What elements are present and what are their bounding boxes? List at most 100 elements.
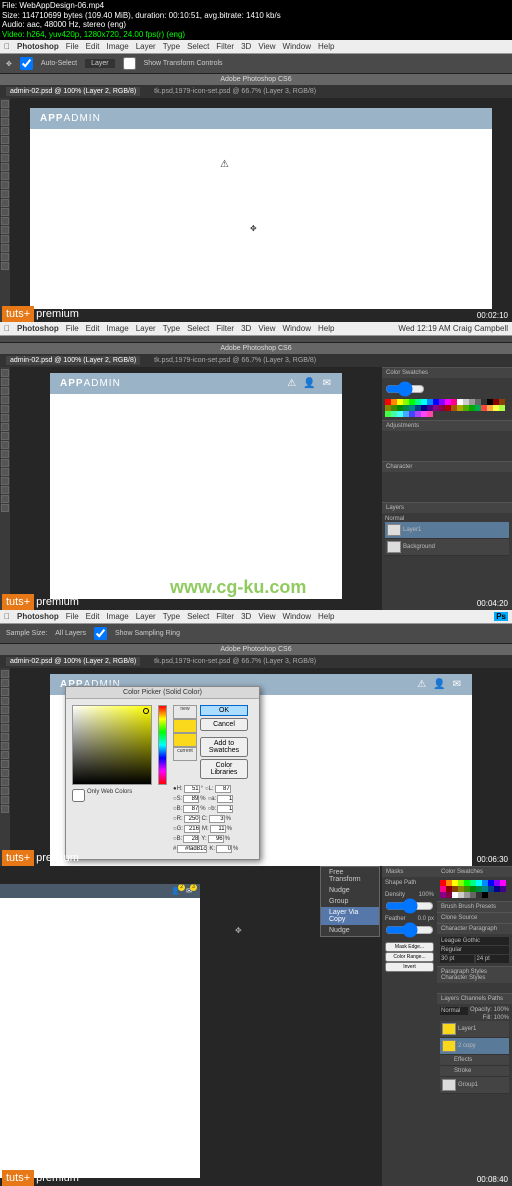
canvas-area-3[interactable]: APPADMIN ⚠ 👤 ✉ Color Picker (Solid Color… xyxy=(10,668,512,878)
char-tab[interactable]: Character xyxy=(386,464,412,470)
char-tab-4[interactable]: Character xyxy=(441,926,467,932)
context-menu[interactable]: Free Transform Nudge Group Layer Via Cop… xyxy=(320,866,380,937)
menu-3d[interactable]: 3D xyxy=(241,42,251,51)
menu-image[interactable]: Image xyxy=(106,42,128,51)
y-field[interactable] xyxy=(208,835,224,843)
show-sampling-check[interactable] xyxy=(94,627,107,640)
menu-window[interactable]: Window xyxy=(283,42,311,51)
layer-stroke[interactable]: Stroke xyxy=(440,1066,509,1077)
libraries-button[interactable]: Color Libraries xyxy=(200,759,248,779)
brush-tab[interactable]: Brush xyxy=(441,904,457,910)
layers-tab[interactable]: Layers xyxy=(386,505,404,511)
doc-tabs-3[interactable]: admin-02.psd @ 100% (Layer 2, RGB/8) tk.… xyxy=(0,655,512,668)
hue-slider[interactable] xyxy=(158,705,167,785)
adjustments-tab[interactable]: Adjustments xyxy=(382,420,512,431)
brush-tool[interactable] xyxy=(1,154,9,162)
stamp-tool[interactable] xyxy=(1,163,9,171)
panels-2[interactable]: Color Swatches Adjustments Character Lay… xyxy=(382,367,512,610)
menu-view[interactable]: View xyxy=(258,42,275,51)
swatches-tab-4[interactable]: Swatches xyxy=(457,869,483,875)
lead-field[interactable]: 24 pt xyxy=(476,955,510,963)
menu-type[interactable]: Type xyxy=(163,42,180,51)
layer-row[interactable]: 2 copy xyxy=(440,1038,509,1055)
invert-button[interactable]: Invert xyxy=(385,962,434,972)
cancel-button[interactable]: Cancel xyxy=(200,718,248,731)
size-field[interactable]: 30 pt xyxy=(440,955,474,963)
tab-2[interactable]: tk.psd,1979-icon-set.psd @ 66.7% (Layer … xyxy=(150,87,320,96)
menu-layer[interactable]: Layer xyxy=(136,42,156,51)
gradient-tool[interactable] xyxy=(1,190,9,198)
b3-field[interactable] xyxy=(183,835,199,843)
move-tool[interactable] xyxy=(1,100,9,108)
tool-panel-2[interactable] xyxy=(0,367,10,610)
shape-tool[interactable] xyxy=(1,244,9,252)
feather-slider[interactable] xyxy=(385,922,434,938)
menubar-2[interactable]:  Photoshop FileEdit ImageLayer TypeSele… xyxy=(0,322,512,336)
ctx-layercopy[interactable]: Layer Via Copy xyxy=(321,907,379,925)
menu-app[interactable]: Photoshop xyxy=(17,42,59,51)
cstyles-tab[interactable]: Character Styles xyxy=(441,975,485,981)
canvas-area-4[interactable]: 👤2 ✉3 ✥ Free Transform Nudge Group Layer… xyxy=(0,866,382,1186)
s-field[interactable] xyxy=(183,795,199,803)
clock[interactable]: Wed 12:19 AM Craig Campbell xyxy=(398,324,508,333)
c-field[interactable] xyxy=(209,815,225,823)
swatches-grid-4[interactable] xyxy=(437,877,512,901)
path-tool[interactable] xyxy=(1,235,9,243)
color-marker[interactable] xyxy=(143,708,149,714)
ps-icon[interactable]: Ps xyxy=(494,612,508,621)
all-layers-label[interactable]: All Layers xyxy=(55,630,86,637)
doc-tabs[interactable]: admin-02.psd @ 100% (Layer 2, RGB/8) tk.… xyxy=(0,85,512,98)
menu-edit[interactable]: Edit xyxy=(86,42,100,51)
history-tool[interactable] xyxy=(1,172,9,180)
color-tab[interactable]: Color xyxy=(386,370,400,376)
eyedrop-tool[interactable] xyxy=(1,145,9,153)
menubar-3[interactable]:  Photoshop FileEdit ImageLayer TypeSele… xyxy=(0,610,512,624)
auto-select-check[interactable] xyxy=(20,57,33,70)
m-field[interactable] xyxy=(210,825,226,833)
r-field[interactable] xyxy=(184,815,200,823)
apple-icon[interactable]:  xyxy=(4,612,10,621)
menu-select[interactable]: Select xyxy=(187,42,209,51)
options-bar[interactable]: ✥ Auto-Select Layer Show Transform Contr… xyxy=(0,54,512,74)
b-field[interactable] xyxy=(183,805,199,813)
channels-tab[interactable]: Channels xyxy=(461,996,486,1002)
hand-tool[interactable] xyxy=(1,253,9,261)
color-picker-dialog[interactable]: Color Picker (Solid Color) Only Web Colo… xyxy=(65,686,260,860)
ok-button[interactable]: OK xyxy=(200,705,248,716)
ctx-nudge[interactable]: Nudge xyxy=(321,885,379,896)
wand-tool[interactable] xyxy=(1,127,9,135)
menubar[interactable]:  Photoshop File Edit Image Layer Type S… xyxy=(0,40,512,54)
blur-tool[interactable] xyxy=(1,199,9,207)
lasso-tool[interactable] xyxy=(1,118,9,126)
web-colors-check[interactable] xyxy=(72,789,85,802)
menu-help[interactable]: Help xyxy=(318,42,334,51)
tool-panel-3[interactable] xyxy=(0,668,10,878)
panels-4[interactable]: Color Swatches Brush Brush Presets Clone… xyxy=(437,866,512,1186)
ctx-group[interactable]: Group xyxy=(321,896,379,907)
pen-tool[interactable] xyxy=(1,217,9,225)
g-field[interactable] xyxy=(184,825,200,833)
zoom-tool[interactable] xyxy=(1,262,9,270)
h-field[interactable] xyxy=(184,785,200,793)
b2-field[interactable] xyxy=(217,805,233,813)
opacity-field[interactable]: Opacity: 100% xyxy=(470,1007,509,1015)
menu-filter[interactable]: Filter xyxy=(216,42,234,51)
layer-row[interactable]: Layer1 xyxy=(440,1021,509,1038)
tool-panel[interactable] xyxy=(0,98,10,328)
canvas-area-2[interactable]: APPADMIN ⚠ 👤 ✉ xyxy=(10,367,382,610)
layer-row[interactable]: Group1 xyxy=(440,1077,509,1094)
masks-panel[interactable]: Masks Shape Path Density 100% Feather 0.… xyxy=(382,866,437,1186)
ctx-transform[interactable]: Free Transform xyxy=(321,867,379,885)
layer-select[interactable]: Layer xyxy=(85,59,115,68)
color-tab-4[interactable]: Color xyxy=(441,869,455,875)
swatches-grid[interactable] xyxy=(382,396,512,420)
density-slider[interactable] xyxy=(385,898,434,914)
para-tab[interactable]: Paragraph xyxy=(469,926,497,932)
masks-tab[interactable]: Masks xyxy=(382,866,437,877)
a-field[interactable] xyxy=(217,795,233,803)
show-transform-check[interactable] xyxy=(123,57,136,70)
presets-tab[interactable]: Brush Presets xyxy=(458,904,496,910)
marquee-tool[interactable] xyxy=(1,109,9,117)
mask-edge-button[interactable]: Mask Edge... xyxy=(385,942,434,952)
tab-1[interactable]: admin-02.psd @ 100% (Layer 2, RGB/8) xyxy=(6,87,140,96)
